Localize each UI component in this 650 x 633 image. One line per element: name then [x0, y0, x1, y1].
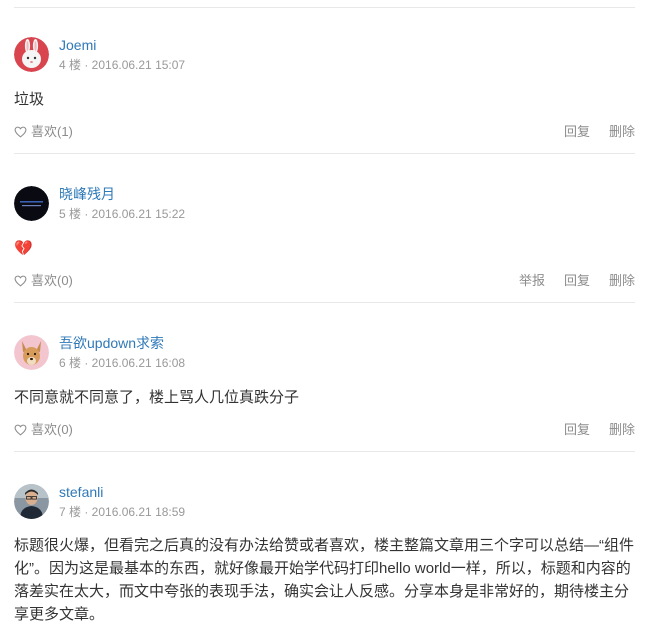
- comment-header: stefanli 7 楼 · 2016.06.21 18:59: [14, 484, 635, 520]
- heart-icon: [14, 275, 27, 287]
- comment-body: 💔: [14, 240, 33, 257]
- comment-actions: 回复 删除: [564, 421, 635, 439]
- comment-item: stefanli 7 楼 · 2016.06.21 18:59 标题很火爆，但看…: [14, 484, 635, 626]
- reply-button[interactable]: 回复: [564, 421, 590, 439]
- comment-footer: 喜欢(0) 回复 删除: [14, 421, 635, 441]
- like-button[interactable]: 喜欢(0): [14, 421, 73, 439]
- like-button[interactable]: 喜欢(1): [14, 123, 73, 141]
- delete-button[interactable]: 删除: [609, 272, 635, 290]
- avatar[interactable]: [14, 335, 49, 370]
- rabbit-icon: [14, 37, 49, 72]
- delete-button[interactable]: 删除: [609, 421, 635, 439]
- delete-button[interactable]: 删除: [609, 123, 635, 141]
- like-button[interactable]: 喜欢(0): [14, 272, 73, 290]
- dog-icon: [14, 335, 49, 370]
- like-label: 喜欢(1): [31, 124, 73, 139]
- like-label: 喜欢(0): [31, 422, 73, 437]
- comment-actions: 回复 删除: [564, 123, 635, 141]
- comment-divider: [14, 302, 635, 303]
- avatar[interactable]: [14, 37, 49, 72]
- reply-button[interactable]: 回复: [564, 123, 590, 141]
- author-name[interactable]: 晓峰残月: [59, 186, 115, 202]
- comment-meta: 6 楼 · 2016.06.21 16:08: [59, 356, 186, 370]
- comment-meta: 4 楼 · 2016.06.21 15:07: [59, 58, 186, 72]
- comment-actions: 举报 回复 删除: [519, 272, 635, 290]
- avatar[interactable]: [14, 186, 49, 221]
- author-name[interactable]: Joemi: [59, 37, 96, 53]
- comment-body: 标题很火爆，但看完之后真的没有办法给赞或者喜欢，楼主整篇文章用三个字可以总结—“…: [14, 537, 634, 623]
- comment-item: Joemi 4 楼 · 2016.06.21 15:07 垃圾 喜欢(1) 回复…: [14, 37, 635, 154]
- comment-meta: 7 楼 · 2016.06.21 18:59: [59, 505, 186, 519]
- comment-divider: [14, 153, 635, 154]
- comment-header: Joemi 4 楼 · 2016.06.21 15:07: [14, 37, 635, 73]
- comment-divider: [14, 451, 635, 452]
- comment-item: 吾欲updown求索 6 楼 · 2016.06.21 16:08 不同意就不同…: [14, 335, 635, 452]
- comment-footer: 喜欢(1) 回复 删除: [14, 123, 635, 143]
- avatar[interactable]: [14, 484, 49, 519]
- comment-header: 吾欲updown求索 6 楼 · 2016.06.21 16:08: [14, 335, 635, 371]
- dark-logo-icon: [14, 186, 49, 221]
- report-button[interactable]: 举报: [519, 272, 545, 290]
- heart-icon: [14, 126, 27, 138]
- comment-body: 垃圾: [14, 91, 45, 108]
- author-name[interactable]: stefanli: [59, 484, 103, 500]
- comment-body: 不同意就不同意了，楼上骂人几位真跌分子: [14, 389, 300, 406]
- comment-meta: 5 楼 · 2016.06.21 15:22: [59, 207, 186, 221]
- person-icon: [14, 484, 49, 519]
- top-divider: [14, 7, 635, 8]
- comment-footer: 喜欢(0) 举报 回复 删除: [14, 272, 635, 292]
- like-label: 喜欢(0): [31, 273, 73, 288]
- heart-icon: [14, 424, 27, 436]
- reply-button[interactable]: 回复: [564, 272, 590, 290]
- comment-header: 晓峰残月 5 楼 · 2016.06.21 15:22: [14, 186, 635, 222]
- author-name[interactable]: 吾欲updown求索: [59, 335, 164, 351]
- comment-list: Joemi 4 楼 · 2016.06.21 15:07 垃圾 喜欢(1) 回复…: [0, 0, 650, 633]
- comment-item: 晓峰残月 5 楼 · 2016.06.21 15:22 💔 喜欢(0) 举报 回…: [14, 186, 635, 303]
